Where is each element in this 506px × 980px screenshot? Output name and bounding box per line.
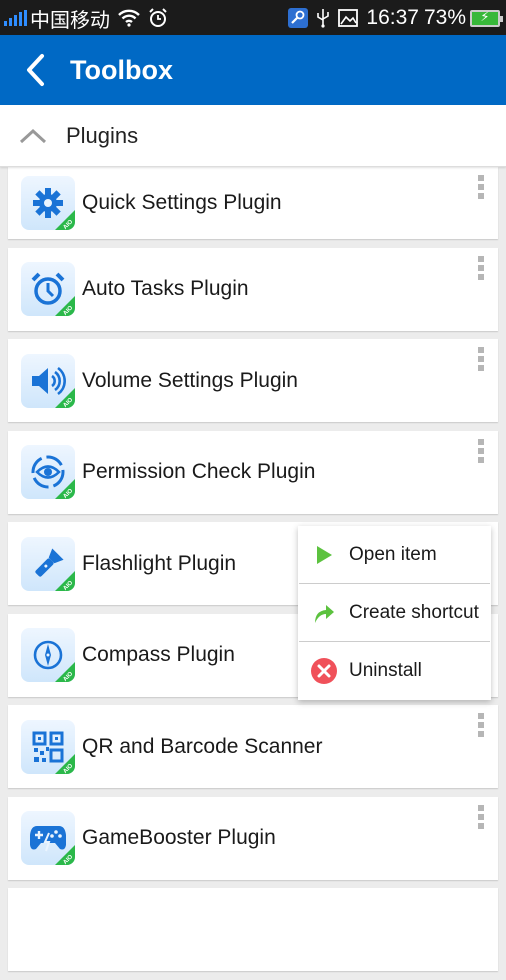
plugin-item[interactable]: AIO Permission Check Plugin xyxy=(8,430,498,514)
plugin-name: Permission Check Plugin xyxy=(82,460,316,483)
plugin-name: Flashlight Plugin xyxy=(82,551,237,575)
alarm-clock-icon: AIO xyxy=(21,262,75,316)
menu-item-create-shortcut[interactable]: Create shortcut xyxy=(299,584,490,642)
flashlight-icon: AIO xyxy=(21,536,75,591)
share-arrow-icon xyxy=(315,604,334,623)
gear-icon: AIO xyxy=(21,176,75,230)
status-bar: 中国移动 16:37 73% ⚡ xyxy=(0,0,506,35)
plugin-name: Quick Settings Plugin xyxy=(82,191,282,214)
eye-icon: AIO xyxy=(21,445,75,499)
more-options-icon[interactable] xyxy=(476,175,486,203)
remove-circle-icon xyxy=(311,658,337,684)
more-options-icon[interactable] xyxy=(476,438,486,467)
more-options-icon[interactable] xyxy=(476,347,486,375)
more-options-icon[interactable] xyxy=(476,255,486,284)
plugins-section-header[interactable]: Plugins xyxy=(0,105,506,167)
plugin-name: Auto Tasks Plugin xyxy=(82,277,249,300)
plugin-name: GameBooster Plugin xyxy=(82,826,276,849)
plugin-name: QR and Barcode Scanner xyxy=(82,734,323,758)
plugin-name: Volume Settings Plugin xyxy=(82,368,298,392)
page-title: Toolbox xyxy=(70,54,173,85)
plugin-item[interactable]: AIO QR and Barcode Scanner xyxy=(8,705,498,788)
menu-item-label: Create shortcut xyxy=(349,601,479,623)
alarm-icon xyxy=(148,8,168,28)
qr-code-icon: AIO xyxy=(21,719,75,774)
plugin-item[interactable]: AIO Quick Settings Plugin xyxy=(8,167,498,239)
tools-icon xyxy=(288,8,309,28)
carrier-label: 中国移动 xyxy=(30,7,110,32)
back-chevron-icon xyxy=(27,54,44,86)
more-options-icon[interactable] xyxy=(476,713,486,741)
context-menu: Open item Create shortcut Uninstall xyxy=(298,526,491,700)
battery-percent: 73% xyxy=(423,6,466,29)
menu-item-uninstall[interactable]: Uninstall xyxy=(299,642,490,700)
app-bar: Toolbox xyxy=(0,35,506,105)
play-icon xyxy=(317,545,332,564)
menu-item-open[interactable]: Open item xyxy=(299,526,490,584)
battery-charging-icon: ⚡ xyxy=(470,9,503,27)
plugin-item[interactable]: AIO GameBooster Plugin xyxy=(8,796,498,880)
plugin-item[interactable] xyxy=(8,888,498,971)
clock: 16:37 xyxy=(366,6,419,29)
gamepad-icon: AIO xyxy=(21,811,75,865)
plugin-item[interactable]: AIO Auto Tasks Plugin xyxy=(8,247,498,331)
section-label: Plugins xyxy=(66,122,139,148)
menu-item-label: Uninstall xyxy=(349,660,422,681)
signal-icon xyxy=(4,10,27,26)
more-options-icon[interactable] xyxy=(476,804,486,833)
usb-icon xyxy=(316,8,330,28)
compass-icon: AIO xyxy=(21,628,75,682)
speaker-icon: AIO xyxy=(21,353,75,408)
plugin-item[interactable]: AIO Volume Settings Plugin xyxy=(8,339,498,422)
back-button[interactable] xyxy=(0,35,70,105)
wifi-icon xyxy=(118,9,140,27)
chevron-up-icon xyxy=(19,128,47,143)
image-icon xyxy=(338,9,359,27)
menu-item-label: Open item xyxy=(349,543,437,565)
plugin-name: Compass Plugin xyxy=(82,643,235,666)
